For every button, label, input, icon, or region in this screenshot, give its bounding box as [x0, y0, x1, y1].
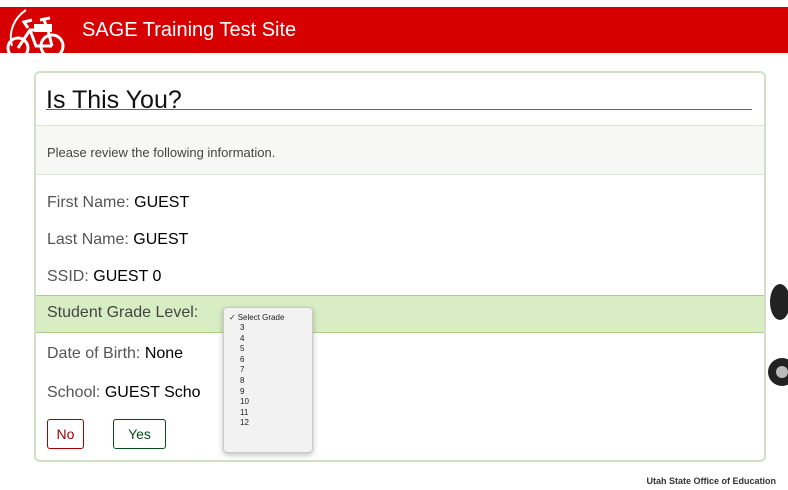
- last-name-value: GUEST: [133, 231, 189, 248]
- grade-option[interactable]: 5: [224, 344, 312, 355]
- dob-label: Date of Birth:: [47, 345, 141, 362]
- school-label: School:: [47, 384, 101, 401]
- last-name-label: Last Name:: [47, 231, 129, 248]
- grade-option[interactable]: 12: [224, 418, 312, 429]
- site-title: SAGE Training Test Site: [82, 19, 297, 41]
- dob-row: Date of Birth: None: [47, 344, 183, 364]
- first-name-row: First Name: GUEST: [47, 193, 189, 213]
- grade-option[interactable]: 6: [224, 355, 312, 366]
- first-name-label: First Name:: [47, 194, 130, 211]
- grade-option[interactable]: 4: [224, 334, 312, 345]
- school-value: GUEST Scho: [104, 384, 201, 401]
- identity-card: Is This You? Please review the following…: [34, 71, 766, 462]
- grade-option-select-grade[interactable]: ✓ Select Grade: [224, 312, 312, 323]
- ssid-value: GUEST 0: [93, 268, 162, 285]
- grade-option-label: Select Grade: [237, 313, 285, 322]
- card-title: Is This You?: [46, 86, 182, 114]
- yes-button[interactable]: Yes: [113, 419, 166, 449]
- dob-value: None: [144, 345, 184, 362]
- checkmark-icon: ✓: [229, 313, 236, 322]
- grade-option[interactable]: 7: [224, 365, 312, 376]
- first-name-value: GUEST: [134, 194, 190, 211]
- grade-select-dropdown[interactable]: ✓ Select Grade 3 4 5 6 7 8 9 10 11 12: [223, 307, 313, 453]
- no-button[interactable]: No: [47, 419, 84, 449]
- grade-option[interactable]: 8: [224, 376, 312, 387]
- ssid-row: SSID: GUEST 0: [47, 267, 161, 287]
- site-header: SAGE Training Test Site: [0, 0, 788, 60]
- review-notice: Please review the following information.: [36, 125, 764, 175]
- bicycle-icon: [6, 9, 65, 60]
- school-row: School: GUEST Scho: [47, 383, 201, 403]
- footer-credit: Utah State Office of Education: [646, 476, 776, 486]
- grade-option[interactable]: 9: [224, 387, 312, 398]
- grade-level-label: Student Grade Level:: [47, 304, 199, 321]
- grade-option[interactable]: 3: [224, 323, 312, 334]
- last-name-row: Last Name: GUEST: [47, 230, 188, 250]
- title-divider: [46, 109, 752, 110]
- grade-option[interactable]: 11: [224, 408, 312, 419]
- review-notice-text: Please review the following information.: [47, 145, 276, 160]
- grade-level-row: Student Grade Level:: [36, 295, 764, 333]
- ssid-label: SSID:: [47, 268, 89, 285]
- grade-option[interactable]: 10: [224, 397, 312, 408]
